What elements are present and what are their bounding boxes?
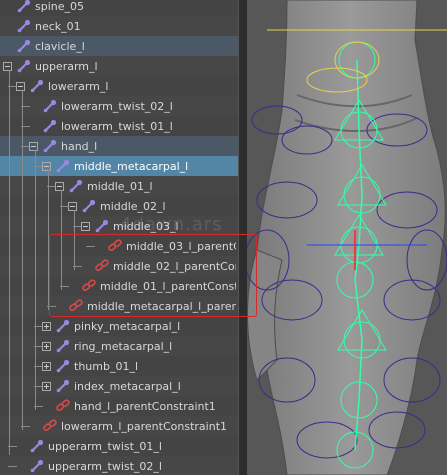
tree-guide-line (22, 90, 23, 430)
outliner-item-upperarm-twist-02-l[interactable]: upperarm_twist_02_l (0, 456, 238, 475)
outliner-item-label: clavicle_l (35, 39, 85, 53)
viewport-3d[interactable] (247, 0, 447, 475)
outliner-item-label: neck_01 (35, 19, 81, 33)
expand-icon[interactable] (42, 382, 51, 391)
outliner-item-label: hand_l (61, 139, 98, 153)
outliner-item-label: hand_l_parentConstraint1 (74, 399, 216, 413)
collapse-icon[interactable] (42, 162, 51, 171)
outliner-item-label: upperarm_twist_02_l (48, 459, 162, 473)
outliner-item-label: spine_05 (35, 0, 85, 13)
collapse-icon[interactable] (29, 142, 38, 151)
outliner-item-lowerarm-twist-01-l[interactable]: lowerarm_twist_01_l (0, 116, 238, 136)
joint-icon (55, 378, 71, 394)
tree-connector (8, 466, 17, 467)
joint-icon (42, 98, 58, 114)
joint-icon (16, 18, 32, 34)
joint-icon (16, 38, 32, 54)
outliner-item-upperarm-l[interactable]: upperarm_l (0, 56, 238, 76)
tree-guide-line (35, 150, 36, 410)
maya-window: spine_05 neck_01 clavicle_l upperarm_llower… (0, 0, 447, 475)
expand-icon[interactable] (42, 322, 51, 331)
outliner-item-spine-05[interactable]: spine_05 (0, 0, 238, 16)
joint-icon (29, 438, 45, 454)
outliner-item-label: index_metacarpal_l (74, 379, 181, 393)
outliner-item-lowerarm-l[interactable]: lowerarm_l (0, 76, 238, 96)
joint-icon (42, 138, 58, 154)
joint-icon (16, 58, 32, 74)
outliner-item-label: pinky_metacarpal_l (74, 319, 181, 333)
expand-icon[interactable] (42, 342, 51, 351)
joint-icon (55, 318, 71, 334)
outliner-item-label: upperarm_twist_01_l (48, 439, 162, 453)
joint-icon (55, 158, 71, 174)
outliner-item-label: thumb_01_l (74, 359, 139, 373)
tree-guide-line (9, 70, 10, 455)
joint-icon (42, 118, 58, 134)
collapse-icon[interactable] (55, 182, 64, 191)
annotation-box (49, 234, 257, 317)
outliner-item-neck-01[interactable]: neck_01 (0, 16, 238, 36)
joint-icon (55, 338, 71, 354)
outliner-item-upperarm-twist-01-l[interactable]: upperarm_twist_01_l (0, 436, 238, 456)
outliner-item-label: lowerarm_twist_02_l (61, 99, 173, 113)
outliner-item-label: lowerarm_twist_01_l (61, 119, 173, 133)
outliner-item-label: middle_01_l (87, 179, 153, 193)
expand-icon[interactable] (42, 362, 51, 371)
collapse-icon[interactable] (3, 62, 12, 71)
parent-constraint-icon (42, 418, 58, 434)
joint-icon (16, 0, 32, 14)
joint-icon (29, 458, 45, 474)
outliner-item-clavicle-l[interactable]: clavicle_l (0, 36, 238, 56)
joint-icon (81, 198, 97, 214)
outliner-item-lowerarm-l-parentconstraint1[interactable]: lowerarm_l_parentConstraint1 (0, 416, 238, 436)
viewport-scene (247, 0, 447, 475)
joint-icon (29, 78, 45, 94)
collapse-icon[interactable] (68, 202, 77, 211)
outliner-item-label: lowerarm_l_parentConstraint1 (61, 419, 227, 433)
joint-icon (94, 218, 110, 234)
collapse-icon[interactable] (16, 82, 25, 91)
outliner-item-label: ring_metacarpal_l (74, 339, 173, 353)
outliner-item-label: upperarm_l (35, 59, 98, 73)
joint-icon (68, 178, 84, 194)
parent-constraint-icon (55, 398, 71, 414)
outliner-item-label: middle_02_l (100, 199, 166, 213)
collapse-icon[interactable] (81, 222, 90, 231)
outliner-item-label: lowerarm_l (48, 79, 109, 93)
joint-icon (55, 358, 71, 374)
watermark-text: 4dawn.ars (120, 214, 223, 235)
outliner-item-lowerarm-twist-02-l[interactable]: lowerarm_twist_02_l (0, 96, 238, 116)
outliner-item-label: middle_metacarpal_l (74, 159, 189, 173)
